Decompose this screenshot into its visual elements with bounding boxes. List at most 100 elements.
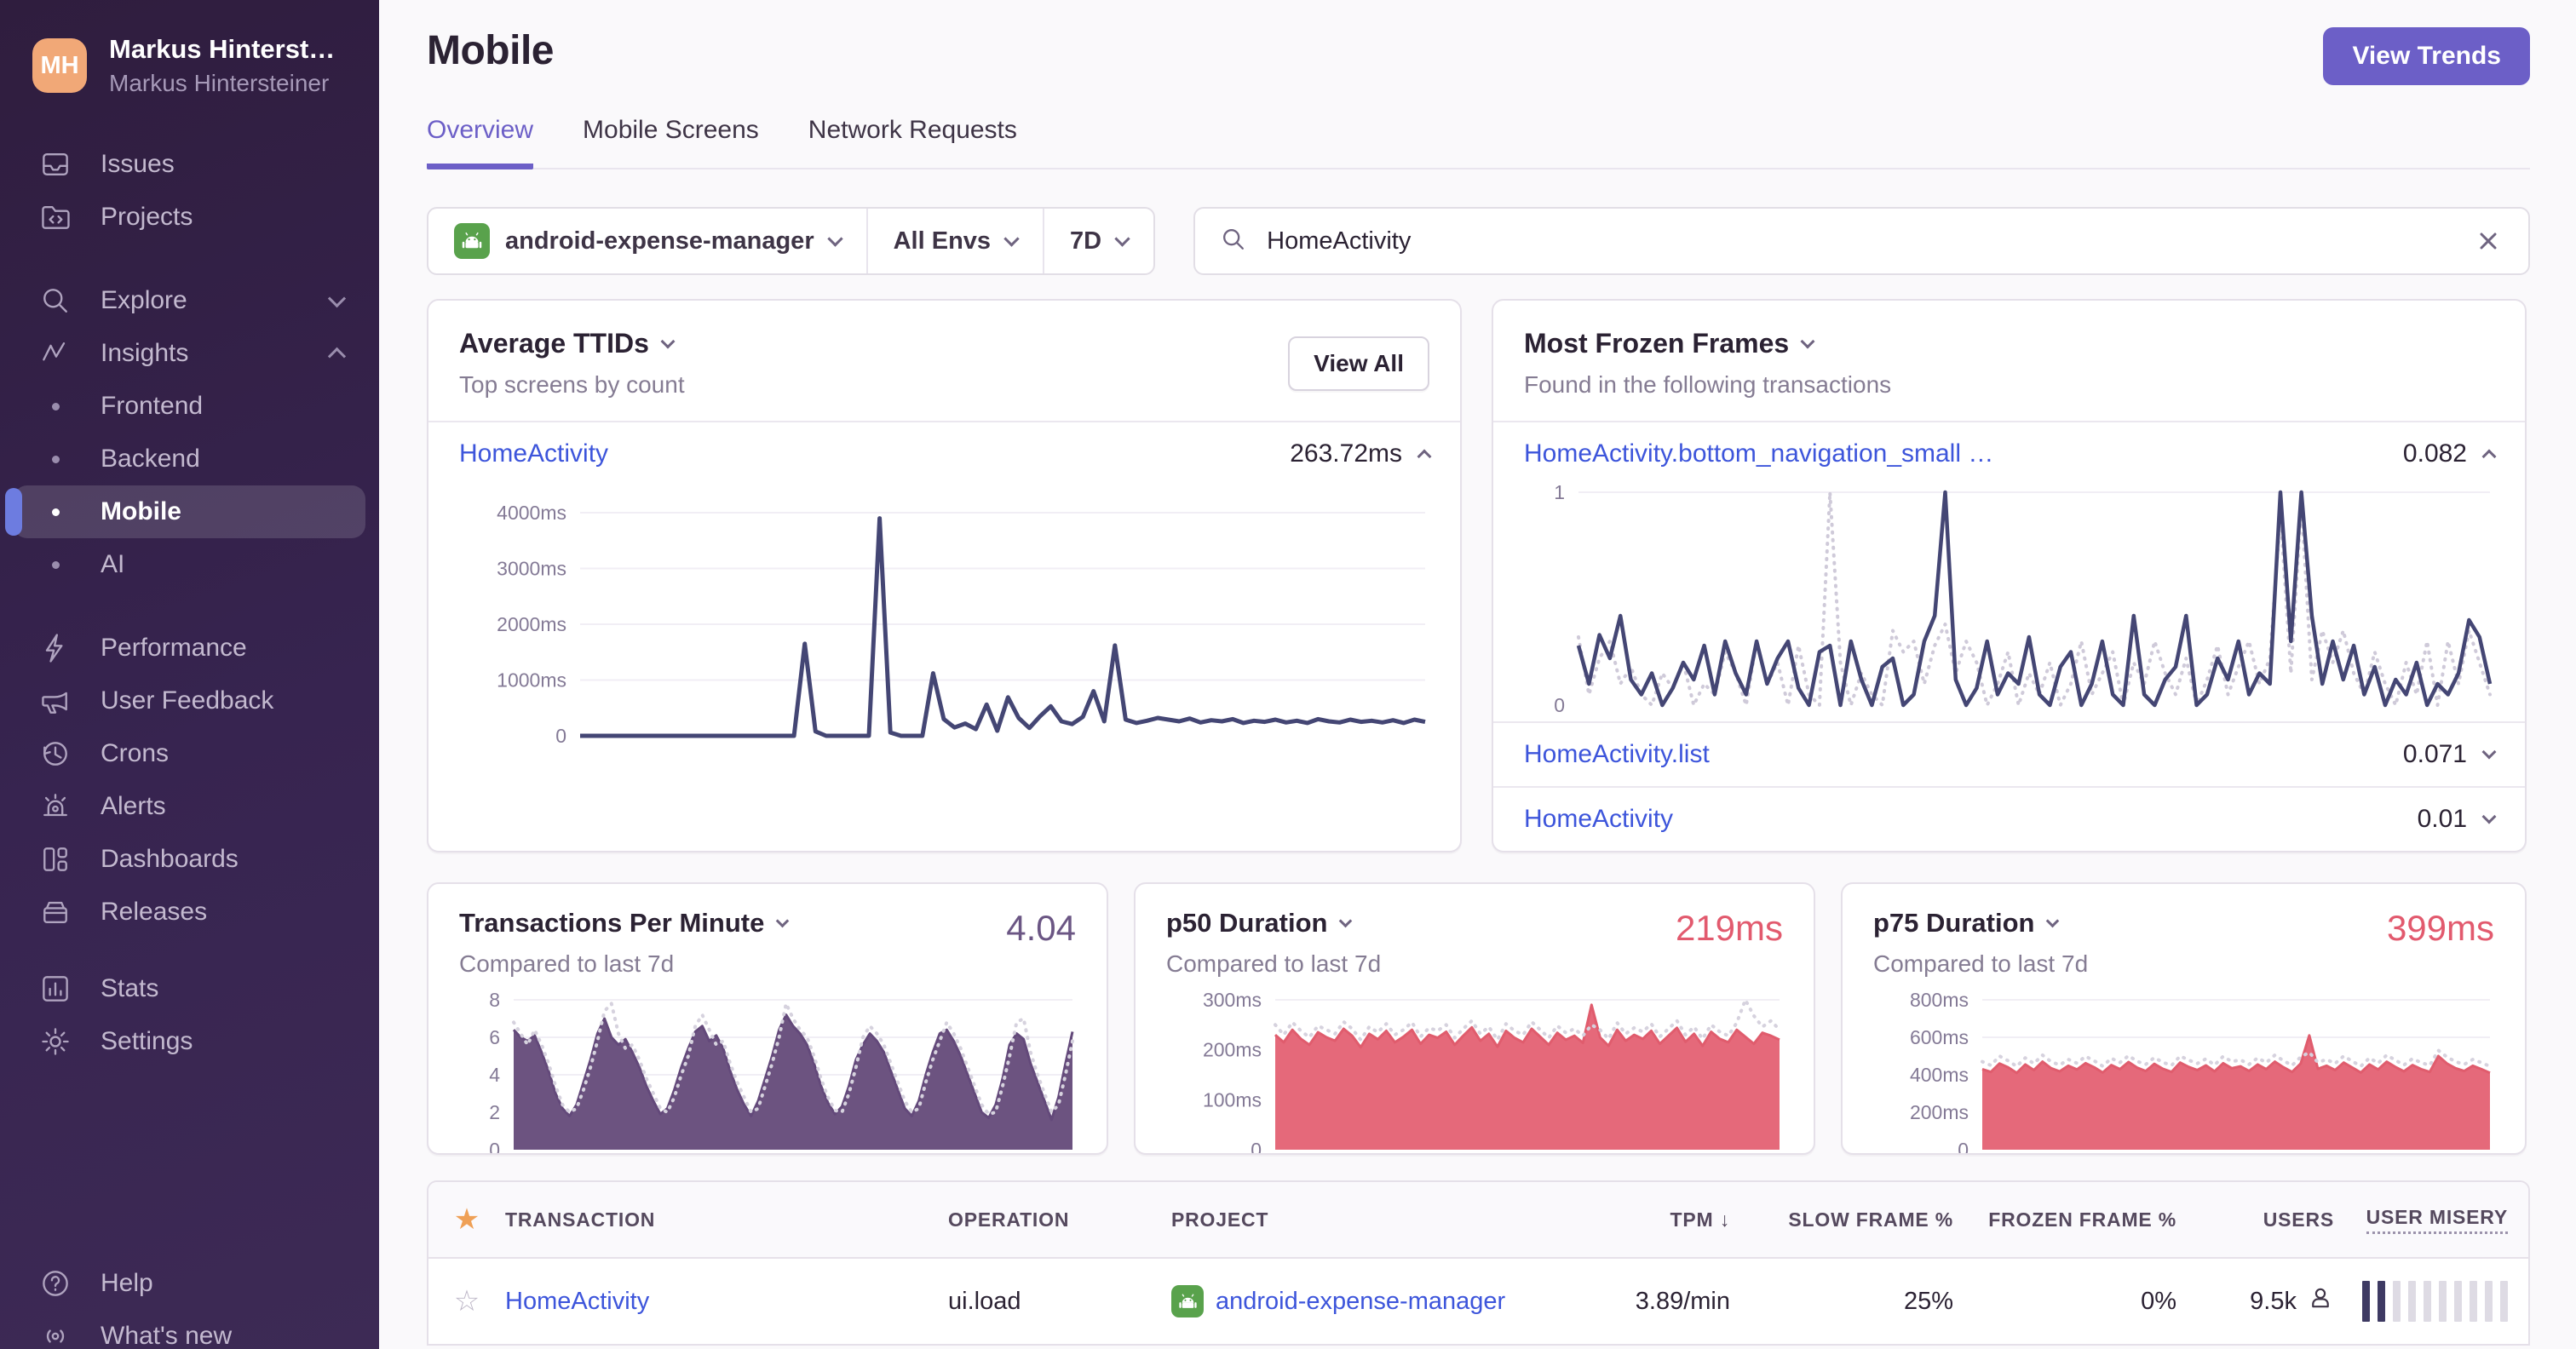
transaction-link[interactable]: HomeActivity.bottom_navigation_small … (1524, 439, 1993, 468)
chevron-up-icon (327, 347, 347, 365)
misery-bar (2485, 1281, 2493, 1322)
sidebar-item-user-feedback[interactable]: User Feedback (14, 674, 365, 727)
column-tpm[interactable]: TPM ↓ (1572, 1208, 1751, 1231)
misery-bar (2439, 1281, 2447, 1322)
sidebar-item-settings[interactable]: Settings (14, 1015, 365, 1068)
user-menu[interactable]: MH Markus Hinterst… Markus Hintersteiner (0, 34, 379, 97)
sidebar-item-performance[interactable]: Performance (14, 622, 365, 674)
star-filled-icon[interactable]: ★ (454, 1203, 480, 1237)
card-title[interactable]: Transactions Per Minute (459, 908, 790, 939)
column-slow-frame[interactable]: SLOW FRAME % (1751, 1208, 1974, 1231)
misery-bar (2470, 1281, 2477, 1322)
environment-selector[interactable]: All Envs (865, 209, 1043, 273)
average-ttids-card: Average TTIDs Top screens by count View … (427, 299, 1462, 852)
inbox-icon (36, 147, 75, 181)
misery-bar (2454, 1281, 2462, 1322)
transaction-link[interactable]: HomeActivity.list (1524, 740, 1710, 769)
transaction-link[interactable]: HomeActivity (1524, 805, 1673, 834)
card-subtitle: Top screens by count (459, 371, 685, 398)
android-platform-icon (1171, 1285, 1204, 1317)
view-all-button[interactable]: View All (1288, 336, 1429, 391)
frozen-frame-cell: 0% (2141, 1287, 2176, 1315)
megaphone-icon (36, 684, 75, 718)
sidebar-item-label: AI (101, 550, 125, 578)
svg-text:4000ms: 4000ms (497, 502, 566, 524)
chevron-down-icon (660, 334, 676, 348)
misery-bar (2393, 1281, 2401, 1322)
star-outline-icon[interactable]: ☆ (454, 1284, 480, 1318)
project-link[interactable]: android-expense-manager (1216, 1288, 1505, 1316)
sidebar-item-dashboards[interactable]: Dashboards (14, 833, 365, 886)
table-header: ★ TRANSACTION OPERATION PROJECT TPM ↓ SL… (428, 1182, 2528, 1259)
view-trends-button[interactable]: View Trends (2323, 27, 2530, 85)
svg-text:0: 0 (555, 725, 566, 746)
svg-text:0: 0 (1958, 1139, 1969, 1155)
date-range-value: 7D (1070, 227, 1102, 255)
sidebar-item-insights[interactable]: Insights (14, 327, 365, 380)
clear-search-icon[interactable] (2472, 225, 2504, 257)
card-subtitle: Found in the following transactions (1524, 371, 1892, 398)
frozen-rate-value: 0.071 (2402, 740, 2467, 768)
ttid-chart: 4000ms 3000ms 2000ms 1000ms 0 (428, 485, 1460, 750)
card-title[interactable]: Most Frozen Frames (1524, 328, 1891, 359)
sidebar-item-frontend[interactable]: Frontend (14, 380, 365, 433)
card-title[interactable]: p50 Duration (1166, 908, 1381, 939)
chevron-up-icon[interactable] (2481, 449, 2497, 464)
sidebar-item-crons[interactable]: Crons (14, 727, 365, 780)
sidebar-item-whats-new[interactable]: What's new (14, 1310, 365, 1349)
broadcast-icon (36, 1319, 75, 1349)
sidebar-item-label: Stats (101, 974, 159, 1002)
tpm-value: 4.04 (1006, 908, 1076, 948)
sidebar-item-projects[interactable]: Projects (14, 191, 365, 244)
p75-value: 399ms (2386, 908, 2494, 948)
column-users[interactable]: USERS (2197, 1208, 2355, 1231)
chevron-down-icon (2046, 914, 2060, 928)
sidebar-item-backend[interactable]: Backend (14, 433, 365, 485)
sidebar-item-label: Explore (101, 286, 187, 314)
tab-mobile-screens[interactable]: Mobile Screens (583, 116, 759, 169)
ttid-value: 263.72ms (1290, 439, 1402, 468)
date-range-selector[interactable]: 7D (1043, 209, 1153, 273)
transaction-link[interactable]: HomeActivity (459, 439, 608, 468)
chevron-up-icon[interactable] (1417, 449, 1432, 464)
chevron-down-icon[interactable] (2481, 744, 2497, 760)
sidebar-item-mobile[interactable]: Mobile (5, 485, 365, 538)
chevron-down-icon (826, 230, 843, 247)
sidebar-item-ai[interactable]: AI (14, 538, 365, 591)
most-frozen-frames-card: Most Frozen Frames Found in the followin… (1492, 299, 2527, 852)
chevron-down-icon (776, 914, 790, 928)
sidebar-item-stats[interactable]: Stats (14, 962, 365, 1015)
sidebar-item-releases[interactable]: Releases (14, 886, 365, 939)
card-title[interactable]: Average TTIDs (459, 328, 685, 359)
chevron-down-icon[interactable] (2481, 809, 2497, 824)
project-selector[interactable]: android-expense-manager (428, 209, 866, 273)
tab-overview[interactable]: Overview (427, 116, 534, 169)
search-bar[interactable] (1193, 207, 2530, 275)
sidebar-item-issues[interactable]: Issues (14, 138, 365, 191)
bullet-icon (51, 560, 60, 569)
sidebar: MH Markus Hinterst… Markus Hintersteiner… (0, 0, 379, 1349)
p75-duration-card: p75 Duration Compared to last 7d 399ms 8… (1841, 882, 2527, 1155)
search-icon (36, 284, 75, 318)
sidebar-item-explore[interactable]: Explore (14, 274, 365, 327)
sidebar-nav: Issues Projects Explore Insights Fronten… (0, 138, 379, 1349)
bullet-icon (51, 508, 60, 516)
search-input[interactable] (1267, 227, 2453, 255)
card-subtitle: Compared to last 7d (459, 950, 675, 977)
table-row[interactable]: ☆ HomeActivity ui.load android-expense-m… (428, 1259, 2528, 1344)
tab-network-requests[interactable]: Network Requests (808, 116, 1017, 169)
chevron-down-icon (1339, 914, 1353, 928)
transaction-link[interactable]: HomeActivity (505, 1288, 649, 1315)
sidebar-item-help[interactable]: Help (14, 1257, 365, 1310)
folder-code-icon (36, 200, 75, 234)
svg-text:600ms: 600ms (1910, 1026, 1969, 1048)
card-title[interactable]: p75 Duration (1873, 908, 2088, 939)
archive-box-icon (36, 895, 75, 929)
column-user-misery[interactable]: USER MISERY (2355, 1206, 2528, 1234)
svg-text:8: 8 (489, 991, 500, 1011)
sidebar-item-alerts[interactable]: Alerts (14, 780, 365, 833)
card-subtitle: Compared to last 7d (1873, 950, 2089, 977)
sidebar-item-label: Backend (101, 445, 200, 473)
column-frozen-frame[interactable]: FROZEN FRAME % (1974, 1208, 2197, 1231)
p50-duration-card: p50 Duration Compared to last 7d 219ms 3… (1134, 882, 1815, 1155)
